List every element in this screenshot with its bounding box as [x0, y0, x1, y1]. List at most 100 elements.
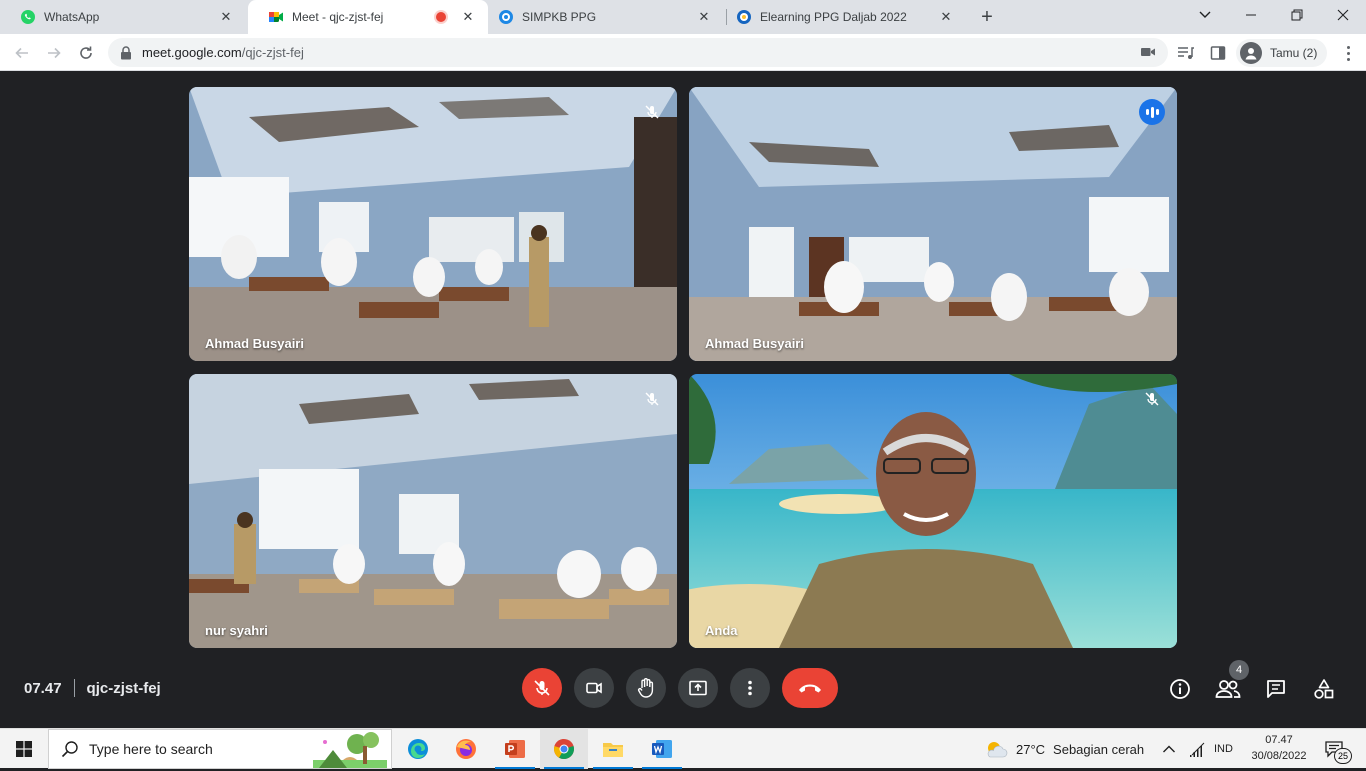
tab-title: Meet - qjc-zjst-fej: [292, 10, 384, 24]
google-meet-icon: [268, 9, 284, 25]
start-button[interactable]: [0, 729, 48, 769]
clock-date: 30/08/2022: [1251, 750, 1307, 762]
show-hidden-icons-button[interactable]: [1162, 729, 1176, 769]
participant-tile-self[interactable]: Anda: [689, 374, 1177, 648]
clock-time: 07.47: [1265, 734, 1293, 746]
participant-tile[interactable]: nur syahri: [189, 374, 677, 648]
profile-button[interactable]: Tamu (2): [1236, 39, 1328, 67]
tab-simpkb[interactable]: SIMPKB PPG ✕: [478, 0, 724, 34]
speaking-indicator-icon: [1139, 99, 1165, 125]
close-icon[interactable]: ✕: [460, 9, 476, 25]
meeting-details-button[interactable]: [1166, 675, 1194, 703]
tab-title: SIMPKB PPG: [522, 10, 597, 24]
lock-icon: [120, 45, 132, 60]
close-window-button[interactable]: [1320, 0, 1366, 30]
microphone-toggle-button[interactable]: [522, 668, 562, 708]
weather-widget[interactable]: 27°C Sebagian cerah: [984, 729, 1144, 769]
participant-video: [189, 374, 677, 648]
taskbar-search-box[interactable]: Type here to search: [48, 729, 392, 769]
participant-video: [689, 87, 1177, 361]
taskbar-file-explorer[interactable]: [589, 729, 637, 769]
side-panel-button[interactable]: [1208, 43, 1228, 63]
restore-button[interactable]: [1274, 0, 1320, 30]
language-label: IND: [1214, 743, 1233, 755]
taskbar-chrome[interactable]: [540, 729, 588, 769]
side-panel-icon: [1210, 46, 1226, 60]
language-indicator[interactable]: IND: [1214, 729, 1233, 769]
more-vert-icon: [748, 680, 752, 696]
leave-call-button[interactable]: [782, 668, 838, 708]
participant-name: nur syahri: [205, 623, 268, 638]
address-bar[interactable]: meet.google.com/qjc-zjst-fej: [108, 38, 1168, 67]
chat-icon: [1267, 680, 1285, 698]
tab-meet[interactable]: Meet - qjc-zjst-fej ✕: [248, 0, 488, 34]
camera-icon: [586, 682, 602, 694]
present-screen-icon: [689, 680, 707, 696]
taskbar-edge[interactable]: [394, 729, 442, 769]
network-button[interactable]: [1188, 729, 1206, 769]
media-control-button[interactable]: [1176, 43, 1196, 63]
browser-toolbar: meet.google.com/qjc-zjst-fej Tamu (2): [0, 34, 1366, 71]
powerpoint-icon: [505, 740, 525, 758]
folder-icon: [603, 743, 623, 757]
chevron-up-icon: [1163, 745, 1175, 753]
present-screen-button[interactable]: [678, 668, 718, 708]
media-control-icon: [1178, 47, 1194, 59]
mic-off-icon: [1141, 388, 1163, 410]
mic-off-icon: [534, 680, 550, 696]
taskbar-powerpoint[interactable]: [491, 729, 539, 769]
word-icon: [652, 740, 672, 758]
arrow-left-icon: [15, 47, 28, 59]
participant-name: Ahmad Busyairi: [705, 336, 804, 351]
reload-icon: [80, 46, 92, 59]
taskbar-clock[interactable]: 07.47 30/08/2022: [1244, 732, 1314, 764]
close-icon[interactable]: ✕: [696, 9, 712, 25]
avatar-icon: [1240, 42, 1262, 64]
new-tab-button[interactable]: +: [975, 6, 999, 28]
restore-icon: [1291, 9, 1303, 21]
url-text: meet.google.com/qjc-zjst-fej: [142, 45, 304, 60]
camera-toggle-button[interactable]: [574, 668, 614, 708]
meet-stage: Ahmad Busyairi Ahmad Busyairi nur syahri…: [0, 71, 1366, 728]
reload-button[interactable]: [74, 41, 98, 65]
search-placeholder: Type here to search: [89, 741, 213, 757]
close-icon[interactable]: ✕: [218, 9, 234, 25]
taskbar-firefox[interactable]: [442, 729, 490, 769]
taskbar-word[interactable]: [638, 729, 686, 769]
simpkb-icon: [498, 9, 514, 25]
chevron-down-icon: [1199, 11, 1211, 18]
raise-hand-button[interactable]: [626, 668, 666, 708]
participant-tile-active-speaker[interactable]: Ahmad Busyairi: [689, 87, 1177, 361]
close-icon[interactable]: ✕: [938, 9, 954, 25]
info-icon: [1170, 679, 1190, 699]
chat-button[interactable]: [1262, 675, 1290, 703]
tab-elearning[interactable]: Elearning PPG Daljab 2022 ✕: [716, 0, 966, 34]
notification-center-button[interactable]: 25: [1320, 736, 1352, 764]
camera-in-use-icon[interactable]: [1140, 45, 1156, 64]
end-call-icon: [799, 684, 821, 693]
weather-description: Sebagian cerah: [1053, 741, 1145, 757]
forward-button[interactable]: [42, 41, 66, 65]
recording-indicator-icon: [436, 12, 446, 22]
minimize-button[interactable]: [1228, 0, 1274, 30]
windows-taskbar: Type here to search 27°C Sebagian cerah …: [0, 728, 1366, 769]
meeting-time: 07.47: [24, 679, 62, 697]
browser-menu-button[interactable]: [1338, 43, 1358, 63]
more-options-button[interactable]: [730, 668, 770, 708]
windows-logo-icon: [16, 741, 32, 757]
elearning-icon: [736, 9, 752, 25]
search-icon: [61, 740, 79, 758]
participant-tile[interactable]: Ahmad Busyairi: [189, 87, 677, 361]
arrow-right-icon: [48, 47, 61, 59]
search-highlight-illustration: [313, 732, 387, 771]
activities-icon: [1314, 679, 1334, 699]
minimize-icon: [1246, 14, 1256, 16]
back-button[interactable]: [10, 41, 34, 65]
participant-name: Ahmad Busyairi: [205, 336, 304, 351]
notification-count-badge: 25: [1334, 748, 1352, 764]
tab-search-button[interactable]: [1182, 0, 1228, 30]
divider: [73, 679, 75, 697]
people-icon: [1215, 680, 1241, 698]
tab-whatsapp[interactable]: WhatsApp ✕: [0, 0, 246, 34]
activities-button[interactable]: [1310, 675, 1338, 703]
